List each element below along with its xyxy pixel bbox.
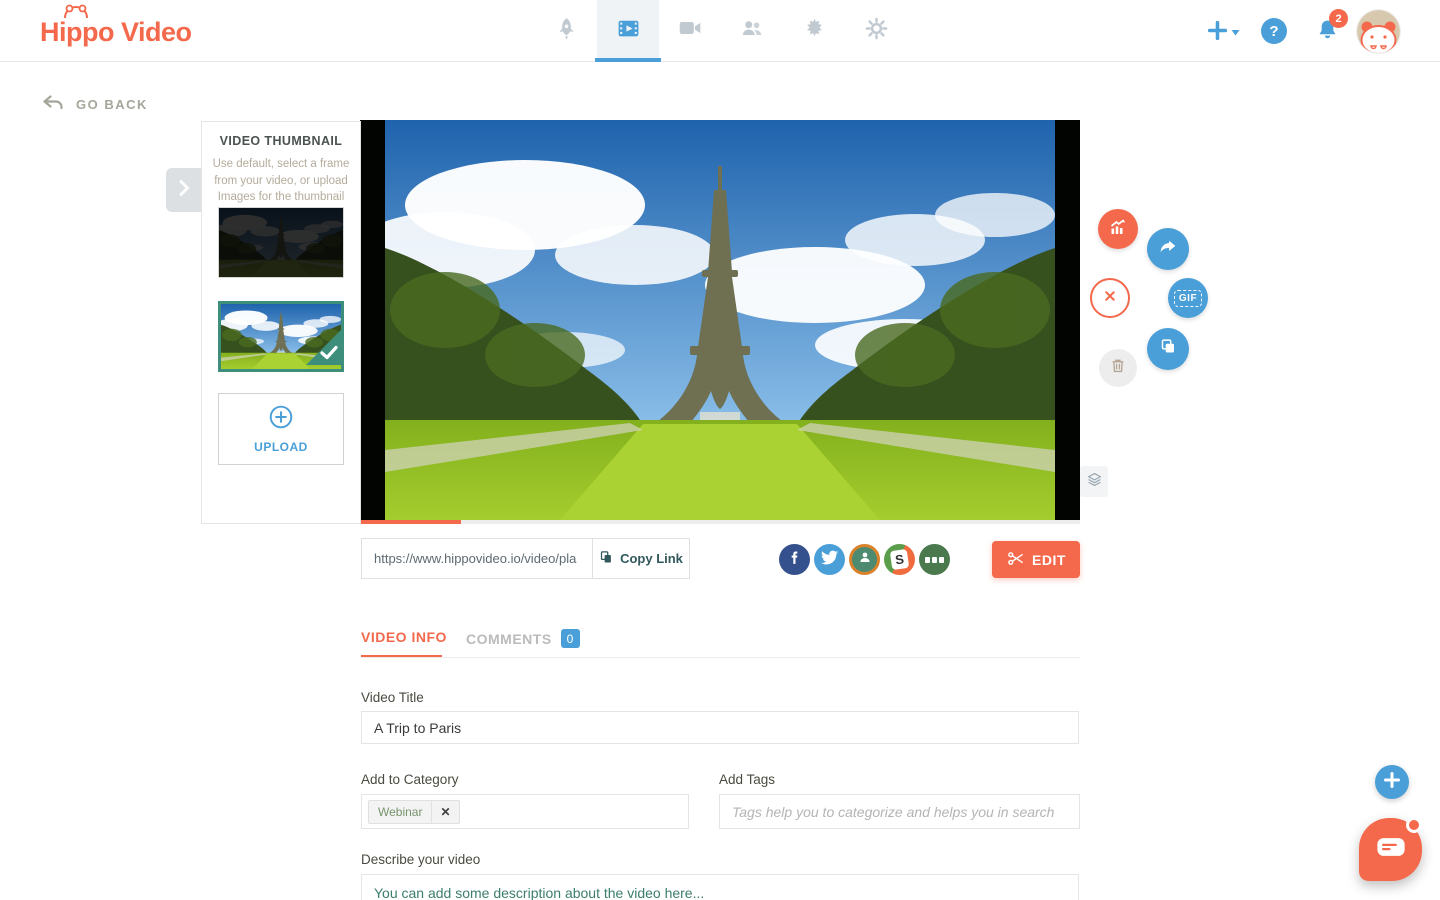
thumbnail-option-default[interactable] bbox=[218, 207, 344, 278]
create-new-button[interactable] bbox=[1206, 19, 1240, 47]
edit-label: EDIT bbox=[1032, 552, 1066, 568]
notification-count-badge: 2 bbox=[1329, 9, 1348, 28]
chat-notification-dot bbox=[1406, 817, 1422, 833]
floating-add-button[interactable] bbox=[1375, 765, 1409, 799]
layers-button[interactable] bbox=[1080, 466, 1108, 497]
scissors-icon bbox=[1006, 549, 1025, 571]
thumbnail-option-selected[interactable] bbox=[218, 301, 344, 372]
notifications-button[interactable]: 2 bbox=[1314, 17, 1342, 45]
tab-divider bbox=[361, 657, 1080, 658]
category-chip-label: Webinar bbox=[369, 805, 431, 819]
video-frame bbox=[385, 120, 1055, 520]
close-icon bbox=[1100, 286, 1120, 311]
go-back-button[interactable]: GO BACK bbox=[40, 92, 148, 117]
video-progress-fill bbox=[360, 520, 461, 524]
plus-circle-icon bbox=[268, 404, 294, 435]
hippo-video-app: Hippo Video bbox=[0, 0, 1440, 900]
main-nav bbox=[535, 0, 907, 62]
nav-tab-settings[interactable] bbox=[845, 0, 907, 61]
chat-widget-button[interactable] bbox=[1359, 818, 1422, 881]
copy-link-button[interactable]: Copy Link bbox=[592, 539, 689, 578]
create-gif-button[interactable]: GIF bbox=[1168, 278, 1208, 318]
tab-video-info[interactable]: VIDEO INFO bbox=[361, 629, 447, 645]
nav-tab-launch[interactable] bbox=[535, 0, 597, 61]
copy-link-label: Copy Link bbox=[620, 551, 683, 566]
close-actions-button[interactable] bbox=[1090, 278, 1130, 318]
question-icon: ? bbox=[1269, 23, 1278, 40]
rocket-icon bbox=[554, 16, 579, 46]
s-logo-icon: S bbox=[890, 549, 909, 570]
category-input[interactable]: Webinar ✕ bbox=[361, 794, 689, 829]
category-label: Add to Category bbox=[361, 772, 459, 787]
delete-video-button[interactable] bbox=[1099, 349, 1137, 387]
tags-input[interactable] bbox=[719, 794, 1080, 829]
person-icon bbox=[855, 547, 875, 572]
more-share-options-button[interactable] bbox=[919, 544, 950, 575]
share-video-button[interactable] bbox=[1147, 228, 1189, 270]
chat-message-icon bbox=[1376, 836, 1406, 863]
nav-tab-videos[interactable] bbox=[597, 0, 659, 61]
video-url-group: Copy Link bbox=[361, 538, 690, 579]
duplicate-video-button[interactable] bbox=[1147, 328, 1189, 370]
video-title-input[interactable] bbox=[361, 711, 1079, 744]
plus-icon bbox=[1206, 19, 1229, 47]
comments-count-badge: 0 bbox=[561, 629, 580, 648]
video-camera-icon bbox=[677, 15, 703, 46]
upload-thumbnail-button[interactable]: UPLOAD bbox=[218, 393, 344, 465]
top-bar: Hippo Video bbox=[0, 0, 1440, 62]
facebook-share-button[interactable] bbox=[779, 544, 810, 575]
gif-icon: GIF bbox=[1174, 290, 1202, 307]
video-stats-button[interactable] bbox=[1098, 209, 1138, 249]
video-url-input[interactable] bbox=[362, 539, 592, 578]
integrations-icon bbox=[802, 16, 827, 46]
bell-icon bbox=[1314, 31, 1341, 48]
nav-tab-record[interactable] bbox=[659, 0, 721, 61]
comments-label: COMMENTS bbox=[466, 631, 552, 647]
description-label: Describe your video bbox=[361, 852, 480, 867]
category-chip: Webinar ✕ bbox=[368, 800, 460, 824]
google-classroom-share-button[interactable] bbox=[849, 544, 880, 575]
remove-category-icon[interactable]: ✕ bbox=[431, 801, 458, 823]
share-arrow-icon bbox=[1157, 236, 1179, 263]
caret-down-icon bbox=[1231, 23, 1240, 41]
s-app-share-button[interactable]: S bbox=[884, 544, 915, 575]
plus-icon bbox=[1383, 771, 1401, 794]
tab-comments[interactable]: COMMENTS 0 bbox=[466, 629, 580, 648]
video-thumbnail-panel: VIDEO THUMBNAIL Use default, select a fr… bbox=[201, 121, 361, 524]
selected-checkmark-icon bbox=[306, 329, 342, 370]
gear-icon bbox=[864, 16, 889, 46]
go-back-label: GO BACK bbox=[76, 97, 148, 112]
thumbnail-panel-description: Use default, select a frame from your vi… bbox=[211, 156, 351, 206]
social-share-row: S bbox=[779, 544, 950, 575]
tags-label: Add Tags bbox=[719, 772, 775, 787]
grid-dot bbox=[925, 557, 930, 563]
nav-tab-contacts[interactable] bbox=[721, 0, 783, 61]
facebook-icon bbox=[786, 549, 803, 571]
copy-icon bbox=[1157, 336, 1179, 363]
description-textarea[interactable]: You can add some description about the v… bbox=[361, 874, 1079, 900]
twitter-share-button[interactable] bbox=[814, 544, 845, 575]
thumbnail-panel-toggle[interactable] bbox=[166, 168, 201, 212]
twitter-icon bbox=[821, 549, 838, 571]
app-logo[interactable]: Hippo Video bbox=[40, 17, 192, 48]
copy-link-icon bbox=[599, 550, 614, 568]
video-title-label: Video Title bbox=[361, 690, 424, 705]
upload-label: UPLOAD bbox=[254, 440, 308, 454]
nav-tab-integrations[interactable] bbox=[783, 0, 845, 61]
grid-dot bbox=[939, 557, 944, 563]
stats-chart-icon bbox=[1107, 216, 1129, 243]
video-player[interactable] bbox=[360, 120, 1080, 520]
edit-video-button[interactable]: EDIT bbox=[992, 541, 1080, 578]
thumbnail-panel-title: VIDEO THUMBNAIL bbox=[202, 134, 360, 148]
back-arrow-icon bbox=[40, 92, 66, 117]
grid-dot bbox=[932, 557, 937, 563]
chevron-right-icon bbox=[175, 178, 193, 203]
layers-icon bbox=[1085, 470, 1104, 494]
film-play-icon bbox=[616, 16, 641, 46]
video-progress-bar[interactable] bbox=[360, 520, 1080, 524]
user-avatar[interactable] bbox=[1357, 10, 1400, 53]
trash-icon bbox=[1108, 356, 1128, 381]
help-button[interactable]: ? bbox=[1261, 18, 1287, 44]
users-icon bbox=[739, 15, 765, 46]
